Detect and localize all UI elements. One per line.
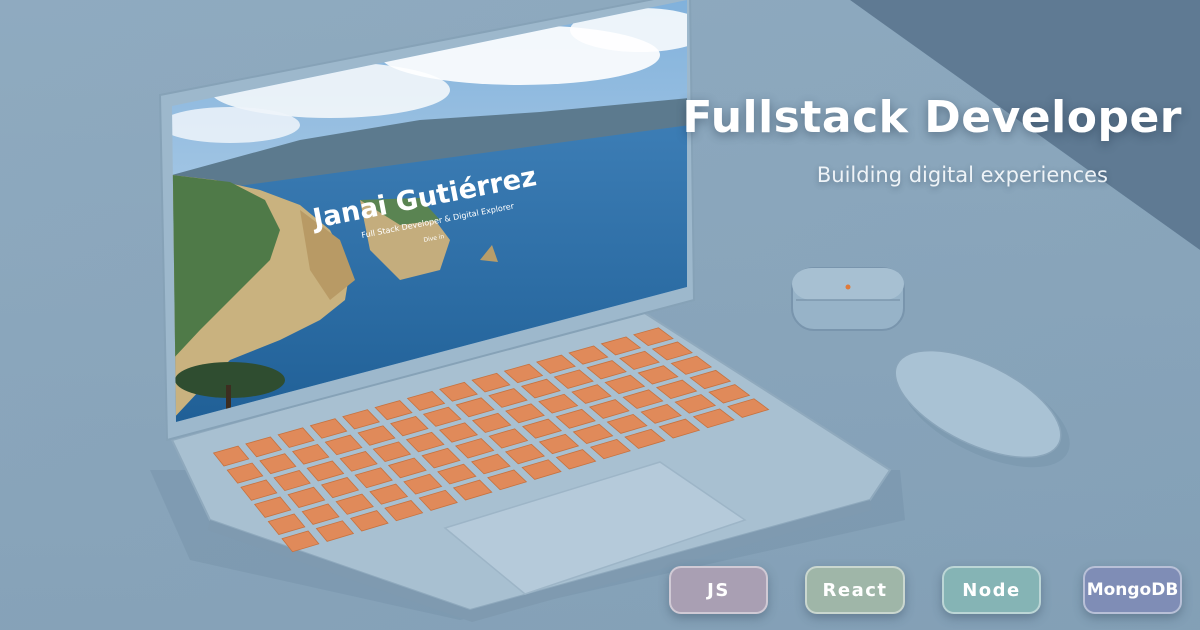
tech-chip-react[interactable]: React — [805, 566, 905, 614]
tech-chip-mongodb[interactable]: MongoDB — [1083, 566, 1182, 614]
tech-chip-node[interactable]: Node — [942, 566, 1041, 614]
tech-chip-js[interactable]: JS — [669, 566, 768, 614]
hero-title: Fullstack Developer — [682, 92, 1182, 143]
earbuds-case — [791, 267, 905, 331]
hero-subtitle: Building digital experiences — [816, 163, 1108, 187]
